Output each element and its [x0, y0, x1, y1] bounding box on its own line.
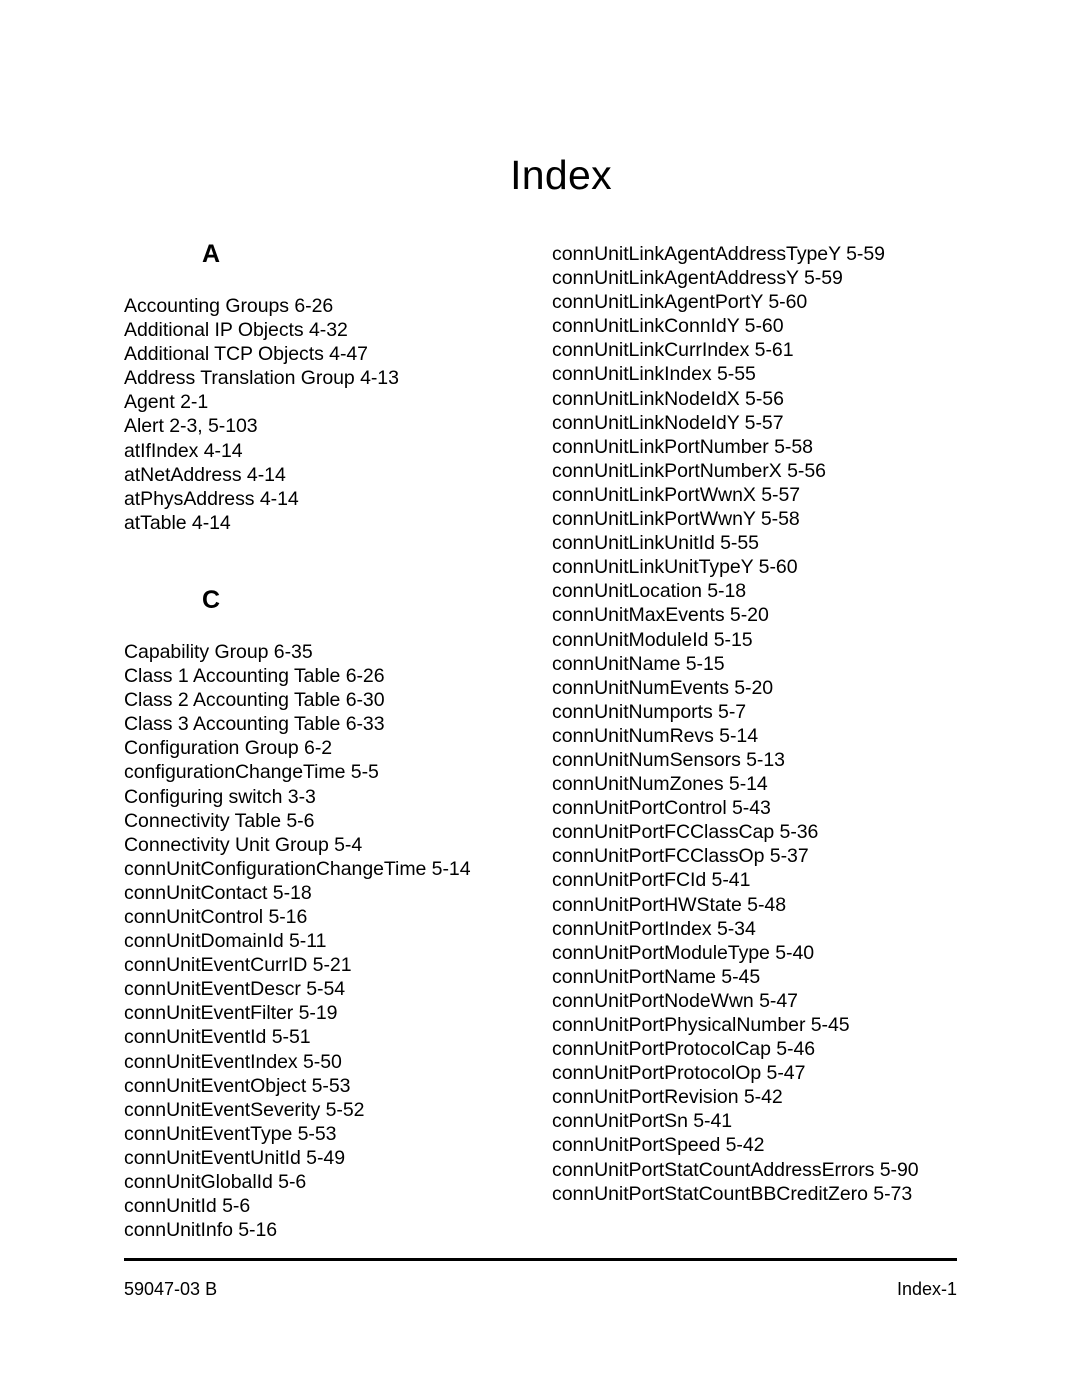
index-entry[interactable]: connUnitLinkIndex 5-55	[552, 362, 972, 386]
index-entry[interactable]: connUnitPortNodeWwn 5-47	[552, 989, 972, 1013]
index-entry[interactable]: connUnitPortHWState 5-48	[552, 893, 972, 917]
index-entry[interactable]: connUnitEventIndex 5-50	[124, 1050, 524, 1074]
index-entry[interactable]: connUnitPortPhysicalNumber 5-45	[552, 1013, 972, 1037]
index-entry[interactable]: connUnitNumEvents 5-20	[552, 676, 972, 700]
index-entry[interactable]: connUnitEventObject 5-53	[124, 1074, 524, 1098]
index-entry[interactable]: connUnitPortProtocolOp 5-47	[552, 1061, 972, 1085]
index-entry[interactable]: connUnitLinkAgentPortY 5-60	[552, 290, 972, 314]
index-entry[interactable]: connUnitNumZones 5-14	[552, 772, 972, 796]
index-entry[interactable]: connUnitPortStatCountAddressErrors 5-90	[552, 1158, 972, 1182]
page-title: Index	[510, 152, 612, 198]
index-entry[interactable]: Configuring switch 3-3	[124, 785, 524, 809]
index-entry[interactable]: connUnitLinkNodeIdX 5-56	[552, 387, 972, 411]
index-entry[interactable]: connUnitDomainId 5-11	[124, 929, 524, 953]
footer-row: 59047-03 B Index-1	[124, 1277, 957, 1301]
index-entry[interactable]: atIfIndex 4-14	[124, 439, 524, 463]
index-entry[interactable]: configurationChangeTime 5-5	[124, 760, 524, 784]
index-entry[interactable]: Accounting Groups 6-26	[124, 294, 524, 318]
section-heading-c: C	[202, 585, 221, 614]
index-entry[interactable]: connUnitNumports 5-7	[552, 700, 972, 724]
index-entry[interactable]: connUnitPortFCClassCap 5-36	[552, 820, 972, 844]
index-entry[interactable]: Additional IP Objects 4-32	[124, 318, 524, 342]
index-entry[interactable]: connUnitEventId 5-51	[124, 1025, 524, 1049]
index-entry[interactable]: connUnitPortRevision 5-42	[552, 1085, 972, 1109]
index-entry[interactable]: connUnitLinkUnitId 5-55	[552, 531, 972, 555]
index-entry[interactable]: connUnitId 5-6	[124, 1194, 524, 1218]
index-entry[interactable]: atTable 4-14	[124, 511, 524, 535]
index-entry[interactable]: connUnitPortStatCountBBCreditZero 5-73	[552, 1182, 972, 1206]
index-entry[interactable]: connUnitContact 5-18	[124, 881, 524, 905]
index-column-left: A Accounting Groups 6-26 Additional IP O…	[124, 242, 524, 1242]
index-entry[interactable]: connUnitPortFCId 5-41	[552, 868, 972, 892]
index-entry[interactable]: connUnitEventCurrID 5-21	[124, 953, 524, 977]
index-entry[interactable]: connUnitPortSn 5-41	[552, 1109, 972, 1133]
index-entry[interactable]: connUnitPortProtocolCap 5-46	[552, 1037, 972, 1061]
index-entry[interactable]: Configuration Group 6-2	[124, 736, 524, 760]
index-entry[interactable]: connUnitPortModuleType 5-40	[552, 941, 972, 965]
index-entry[interactable]: connUnitNumSensors 5-13	[552, 748, 972, 772]
index-entry[interactable]: connUnitPortSpeed 5-42	[552, 1133, 972, 1157]
index-entry[interactable]: Class 2 Accounting Table 6-30	[124, 688, 524, 712]
index-entry[interactable]: connUnitControl 5-16	[124, 905, 524, 929]
index-entry-list-a: Accounting Groups 6-26 Additional IP Obj…	[124, 294, 524, 535]
index-entry[interactable]: connUnitLinkCurrIndex 5-61	[552, 338, 972, 362]
index-entry[interactable]: Additional TCP Objects 4-47	[124, 342, 524, 366]
index-entry[interactable]: connUnitPortControl 5-43	[552, 796, 972, 820]
index-entry[interactable]: connUnitLinkPortNumber 5-58	[552, 435, 972, 459]
index-entry[interactable]: connUnitModuleId 5-15	[552, 628, 972, 652]
index-entry[interactable]: Address Translation Group 4-13	[124, 366, 524, 390]
index-entry-list-c-continued: connUnitLinkAgentAddressTypeY 5-59 connU…	[552, 242, 972, 1206]
index-page: Index A Accounting Groups 6-26 Additiona…	[0, 0, 1080, 1397]
index-entry[interactable]: connUnitGlobalId 5-6	[124, 1170, 524, 1194]
index-entry[interactable]: connUnitLinkConnIdY 5-60	[552, 314, 972, 338]
index-entry[interactable]: connUnitLinkPortNumberX 5-56	[552, 459, 972, 483]
index-entry[interactable]: connUnitEventFilter 5-19	[124, 1001, 524, 1025]
index-entry[interactable]: connUnitPortIndex 5-34	[552, 917, 972, 941]
index-entry-list-c: Capability Group 6-35 Class 1 Accounting…	[124, 640, 524, 1242]
index-entry[interactable]: Capability Group 6-35	[124, 640, 524, 664]
index-entry[interactable]: connUnitNumRevs 5-14	[552, 724, 972, 748]
index-entry[interactable]: connUnitLinkAgentAddressY 5-59	[552, 266, 972, 290]
index-entry[interactable]: Class 3 Accounting Table 6-33	[124, 712, 524, 736]
index-column-right: connUnitLinkAgentAddressTypeY 5-59 connU…	[552, 242, 972, 1206]
index-entry[interactable]: connUnitLocation 5-18	[552, 579, 972, 603]
index-entry[interactable]: Alert 2-3, 5-103	[124, 414, 524, 438]
index-entry[interactable]: connUnitInfo 5-16	[124, 1218, 524, 1242]
index-entry[interactable]: connUnitName 5-15	[552, 652, 972, 676]
index-entry[interactable]: connUnitLinkAgentAddressTypeY 5-59	[552, 242, 972, 266]
index-entry[interactable]: connUnitMaxEvents 5-20	[552, 603, 972, 627]
index-entry[interactable]: connUnitPortName 5-45	[552, 965, 972, 989]
footer-divider	[124, 1258, 957, 1261]
index-entry[interactable]: connUnitEventUnitId 5-49	[124, 1146, 524, 1170]
index-entry[interactable]: Connectivity Unit Group 5-4	[124, 833, 524, 857]
index-entry[interactable]: connUnitConfigurationChangeTime 5-14	[124, 857, 524, 881]
index-entry[interactable]: connUnitLinkNodeIdY 5-57	[552, 411, 972, 435]
section-heading-a: A	[202, 240, 221, 268]
index-entry[interactable]: connUnitLinkPortWwnX 5-57	[552, 483, 972, 507]
index-entry[interactable]: connUnitLinkUnitTypeY 5-60	[552, 555, 972, 579]
page-footer: 59047-03 B Index-1	[124, 1258, 957, 1301]
index-entry[interactable]: connUnitPortFCClassOp 5-37	[552, 844, 972, 868]
index-entry[interactable]: Connectivity Table 5-6	[124, 809, 524, 833]
footer-document-number: 59047-03 B	[124, 1279, 218, 1299]
index-entry[interactable]: atPhysAddress 4-14	[124, 487, 524, 511]
index-entry[interactable]: atNetAddress 4-14	[124, 463, 524, 487]
index-entry[interactable]: Class 1 Accounting Table 6-26	[124, 664, 524, 688]
index-entry[interactable]: connUnitEventType 5-53	[124, 1122, 524, 1146]
footer-page-number: Index-1	[896, 1279, 957, 1299]
index-entry[interactable]: connUnitLinkPortWwnY 5-58	[552, 507, 972, 531]
index-entry[interactable]: connUnitEventDescr 5-54	[124, 977, 524, 1001]
index-entry[interactable]: Agent 2-1	[124, 390, 524, 414]
index-entry[interactable]: connUnitEventSeverity 5-52	[124, 1098, 524, 1122]
